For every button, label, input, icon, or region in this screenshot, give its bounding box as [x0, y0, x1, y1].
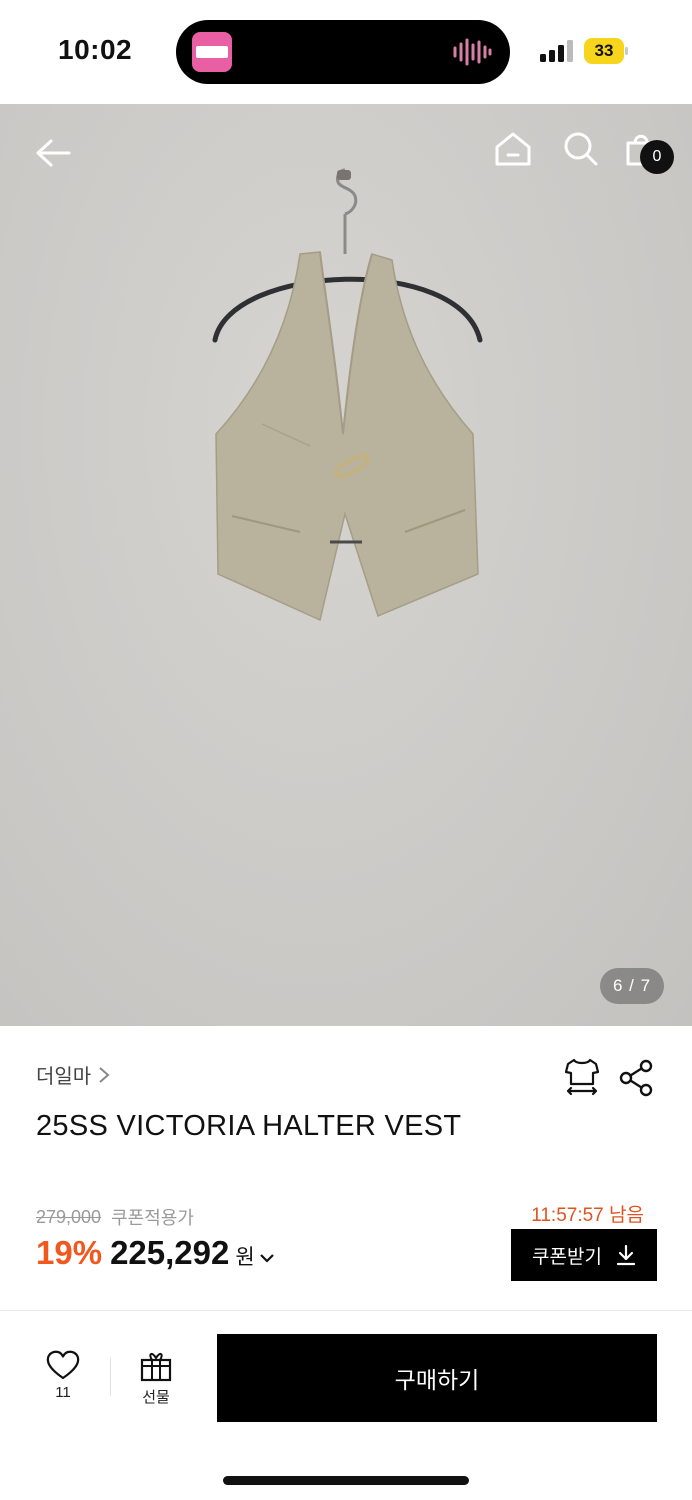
brand-link[interactable]: 더일마: [36, 1060, 111, 1089]
heart-icon: [46, 1350, 80, 1380]
get-coupon-label: 쿠폰받기: [532, 1246, 602, 1268]
price-dropdown[interactable]: 19% 225,292 원: [36, 1234, 275, 1272]
audio-wave-icon: [453, 38, 492, 66]
cart-count-badge: 0: [640, 140, 674, 174]
gallery-pager: 6 / 7: [600, 968, 664, 1004]
size-fit-button[interactable]: [562, 1056, 602, 1096]
brand-name: 더일마: [36, 1066, 92, 1088]
bottom-bar-divider: [110, 1358, 111, 1396]
discount-rate: 19%: [36, 1234, 103, 1271]
original-price-row: 279,000 쿠폰적용가: [36, 1204, 194, 1230]
battery-indicator: 33: [584, 38, 628, 64]
back-arrow-icon: [36, 139, 71, 167]
like-count: 11: [55, 1384, 71, 1401]
back-button[interactable]: [30, 130, 76, 176]
currency-unit: 원: [235, 1246, 255, 1269]
gift-icon: [140, 1352, 172, 1382]
now-playing-app-icon: [192, 32, 232, 72]
coupon-countdown: 11:57:57 남음: [531, 1205, 644, 1226]
search-button[interactable]: [558, 126, 604, 172]
buy-button[interactable]: 구매하기: [217, 1334, 657, 1422]
section-divider: [0, 1310, 692, 1311]
home-button[interactable]: [490, 126, 536, 172]
download-icon: [616, 1244, 636, 1266]
share-button[interactable]: [616, 1058, 656, 1098]
share-icon: [619, 1059, 653, 1097]
home-indicator[interactable]: [223, 1476, 469, 1485]
sale-price: 225,292: [110, 1234, 230, 1271]
coupon-price-label: 쿠폰적용가: [111, 1208, 194, 1228]
get-coupon-button[interactable]: 쿠폰받기: [511, 1229, 657, 1281]
gift-button[interactable]: 선물: [130, 1350, 182, 1412]
gift-label: 선물: [142, 1389, 170, 1406]
search-icon: [564, 132, 598, 166]
size-fit-icon: [564, 1058, 600, 1096]
battery-level: 33: [594, 41, 614, 60]
dynamic-island: [176, 20, 510, 84]
chevron-right-icon: [99, 1066, 110, 1083]
original-price: 279,000: [36, 1206, 102, 1227]
product-title: 25SS VICTORIA HALTER VEST: [36, 1110, 462, 1142]
status-time: 10:02: [58, 34, 133, 65]
status-bar: 10:02 33: [0, 0, 692, 104]
product-image-gallery[interactable]: [0, 104, 692, 1026]
product-photo-vest: [212, 168, 483, 622]
home-icon: [495, 132, 531, 166]
cellular-signal-icon: [540, 40, 573, 62]
chevron-down-icon: [259, 1254, 274, 1263]
like-button[interactable]: 11: [36, 1350, 90, 1412]
